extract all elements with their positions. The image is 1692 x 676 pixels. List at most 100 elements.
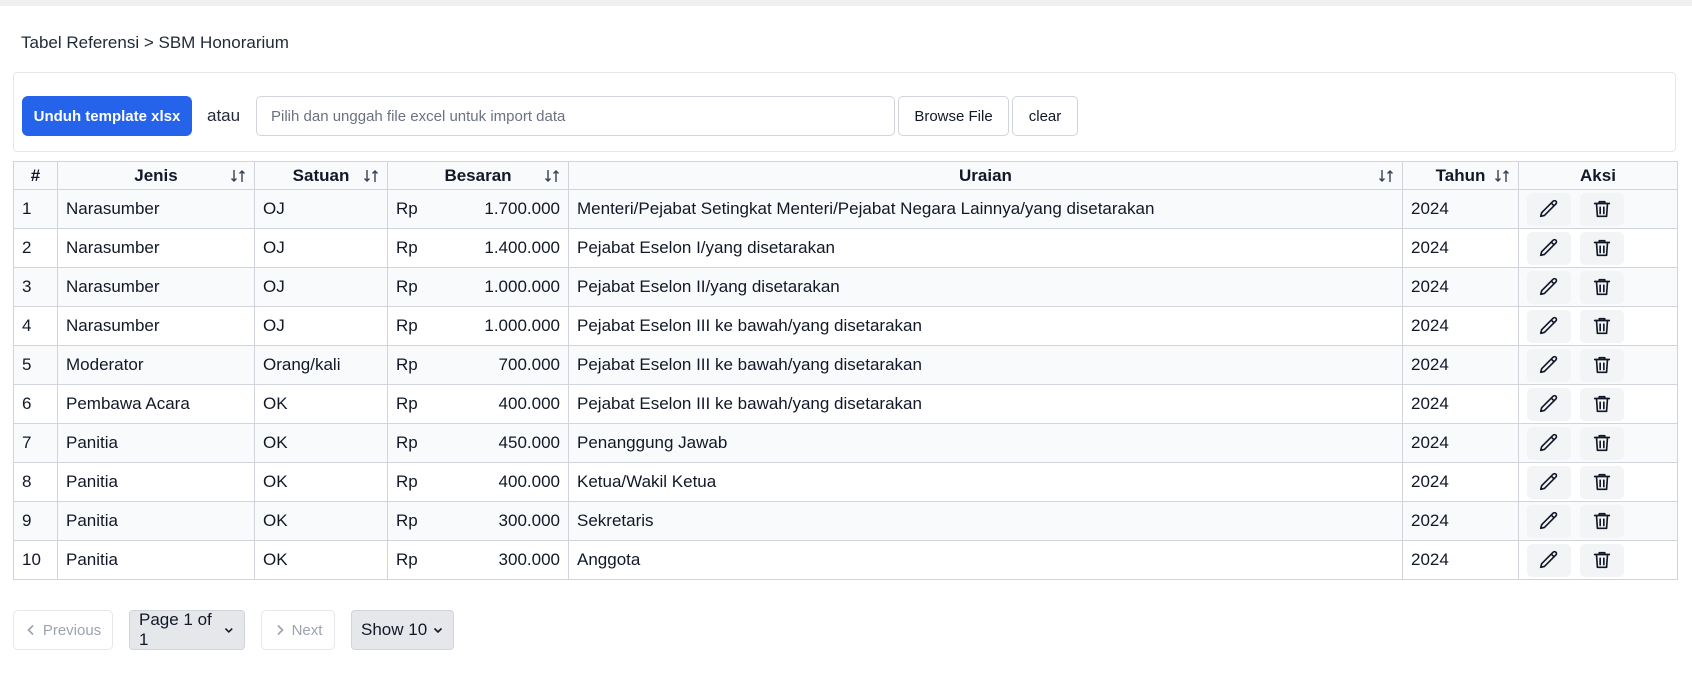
edit-button[interactable] xyxy=(1527,348,1571,382)
import-panel: Unduh template xlsx atau Pilih dan ungga… xyxy=(13,72,1676,152)
sort-icon[interactable] xyxy=(1494,168,1510,184)
edit-button[interactable] xyxy=(1527,465,1571,499)
cell-jenis: Moderator xyxy=(57,345,255,385)
header-satuan[interactable]: Satuan xyxy=(254,161,388,190)
delete-button[interactable] xyxy=(1580,309,1624,343)
delete-button[interactable] xyxy=(1580,192,1624,226)
currency-label: Rp xyxy=(396,433,418,452)
cell-uraian: Pejabat Eselon III ke bawah/yang disetar… xyxy=(568,384,1403,424)
cell-num: 5 xyxy=(13,345,58,385)
download-template-button[interactable]: Unduh template xlsx xyxy=(22,96,192,136)
amount-value: 400.000 xyxy=(498,394,560,413)
edit-button[interactable] xyxy=(1527,309,1571,343)
currency-label: Rp xyxy=(396,355,418,374)
cell-jenis: Narasumber xyxy=(57,267,255,307)
cell-jenis: Panitia xyxy=(57,423,255,463)
sort-icon[interactable] xyxy=(363,168,379,184)
trash-icon xyxy=(1593,278,1611,296)
top-bar xyxy=(0,0,1692,6)
breadcrumb-separator: > xyxy=(139,33,159,52)
delete-button[interactable] xyxy=(1580,231,1624,265)
delete-button[interactable] xyxy=(1580,426,1624,460)
delete-button[interactable] xyxy=(1580,504,1624,538)
previous-button[interactable]: Previous xyxy=(13,610,113,650)
cell-satuan: OK xyxy=(254,501,388,541)
amount-value: 450.000 xyxy=(498,433,560,452)
pencil-icon xyxy=(1539,355,1558,374)
page-size-value: Show 10 xyxy=(361,620,428,639)
cell-satuan: OJ xyxy=(254,306,388,346)
amount-value: 1.000.000 xyxy=(484,316,560,335)
edit-button[interactable] xyxy=(1527,543,1571,577)
trash-icon xyxy=(1593,551,1611,569)
cell-besaran: Rp 450.000 xyxy=(387,423,569,463)
chevron-down-icon xyxy=(225,627,234,634)
sort-icon[interactable] xyxy=(544,168,560,184)
cell-aksi xyxy=(1518,306,1678,346)
cell-num: 4 xyxy=(13,306,58,346)
pencil-icon xyxy=(1539,511,1558,530)
cell-satuan: Orang/kali xyxy=(254,345,388,385)
browse-file-button[interactable]: Browse File xyxy=(898,96,1009,136)
cell-jenis: Narasumber xyxy=(57,306,255,346)
edit-button[interactable] xyxy=(1527,387,1571,421)
clear-button[interactable]: clear xyxy=(1012,96,1078,136)
cell-satuan: OJ xyxy=(254,267,388,307)
trash-icon xyxy=(1593,395,1611,413)
cell-tahun: 2024 xyxy=(1402,267,1519,307)
trash-icon xyxy=(1593,473,1611,491)
sort-icon[interactable] xyxy=(230,168,246,184)
delete-button[interactable] xyxy=(1580,543,1624,577)
pencil-icon xyxy=(1539,277,1558,296)
cell-num: 10 xyxy=(13,540,58,580)
edit-button[interactable] xyxy=(1527,270,1571,304)
header-uraian[interactable]: Uraian xyxy=(568,161,1403,190)
previous-label: Previous xyxy=(42,621,102,639)
page-size-select[interactable]: Show 10 xyxy=(351,610,454,650)
delete-button[interactable] xyxy=(1580,270,1624,304)
cell-uraian: Pejabat Eselon III ke bawah/yang disetar… xyxy=(568,345,1403,385)
trash-icon xyxy=(1593,200,1611,218)
table-row: 4 Narasumber OJ Rp 1.000.000 Pejabat Ese… xyxy=(13,306,1678,346)
delete-button[interactable] xyxy=(1580,387,1624,421)
edit-button[interactable] xyxy=(1527,231,1571,265)
pencil-icon xyxy=(1539,199,1558,218)
cell-uraian: Anggota xyxy=(568,540,1403,580)
table-row: 8 Panitia OK Rp 400.000 Ketua/Wakil Ketu… xyxy=(13,462,1678,502)
breadcrumb-parent[interactable]: Tabel Referensi xyxy=(21,33,139,52)
delete-button[interactable] xyxy=(1580,348,1624,382)
currency-label: Rp xyxy=(396,511,418,530)
next-button[interactable]: Next xyxy=(261,610,335,650)
edit-button[interactable] xyxy=(1527,192,1571,226)
cell-besaran: Rp 1.700.000 xyxy=(387,189,569,229)
file-input[interactable]: Pilih dan unggah file excel untuk import… xyxy=(256,96,895,136)
cell-tahun: 2024 xyxy=(1402,540,1519,580)
table-row: 7 Panitia OK Rp 450.000 Penanggung Jawab… xyxy=(13,423,1678,463)
sort-icon[interactable] xyxy=(1378,168,1394,184)
cell-tahun: 2024 xyxy=(1402,228,1519,268)
edit-button[interactable] xyxy=(1527,504,1571,538)
cell-uraian: Menteri/Pejabat Setingkat Menteri/Pejaba… xyxy=(568,189,1403,229)
cell-jenis: Panitia xyxy=(57,462,255,502)
delete-button[interactable] xyxy=(1580,465,1624,499)
currency-label: Rp xyxy=(396,199,418,218)
cell-tahun: 2024 xyxy=(1402,306,1519,346)
cell-jenis: Panitia xyxy=(57,501,255,541)
page-select[interactable]: Page 1 of 1 xyxy=(129,610,245,650)
pencil-icon xyxy=(1539,238,1558,257)
cell-uraian: Pejabat Eselon I/yang disetarakan xyxy=(568,228,1403,268)
cell-satuan: OK xyxy=(254,384,388,424)
header-besaran[interactable]: Besaran xyxy=(387,161,569,190)
header-num: # xyxy=(13,161,58,190)
header-jenis[interactable]: Jenis xyxy=(57,161,255,190)
edit-button[interactable] xyxy=(1527,426,1571,460)
cell-aksi xyxy=(1518,501,1678,541)
table-row: 9 Panitia OK Rp 300.000 Sekretaris 2024 xyxy=(13,501,1678,541)
breadcrumb-current: SBM Honorarium xyxy=(158,33,289,52)
cell-besaran: Rp 400.000 xyxy=(387,384,569,424)
cell-jenis: Panitia xyxy=(57,540,255,580)
header-tahun[interactable]: Tahun xyxy=(1402,161,1519,190)
amount-value: 1.700.000 xyxy=(484,199,560,218)
pencil-icon xyxy=(1539,472,1558,491)
cell-aksi xyxy=(1518,345,1678,385)
